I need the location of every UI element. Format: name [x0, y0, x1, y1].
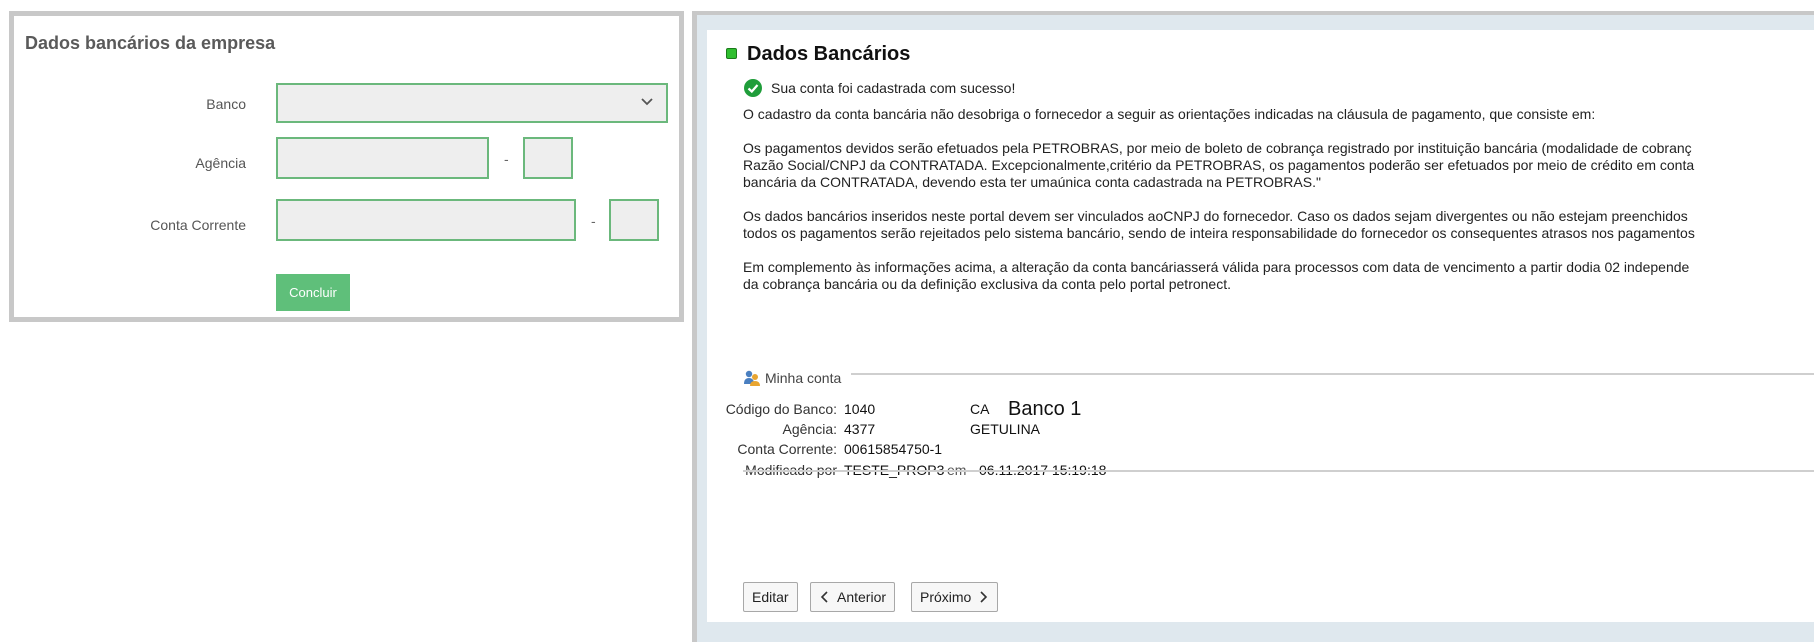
bank-details-panel: Dados Bancários Sua conta foi cadastrada… [707, 30, 1814, 622]
users-icon [744, 370, 760, 386]
bank-code-label: Código do Banco: [725, 401, 837, 417]
current-account-label: Conta Corrente: [737, 441, 837, 457]
agency-label: Agência [195, 155, 246, 171]
agency-field[interactable] [276, 137, 489, 179]
my-account-legend: Minha conta [743, 369, 852, 387]
chevron-right-icon [980, 591, 988, 603]
chevron-down-icon [641, 98, 653, 106]
previous-button[interactable]: Anterior [810, 582, 896, 612]
current-account-value: 00615854750-1 [844, 441, 943, 457]
next-button[interactable]: Próximo [911, 582, 999, 612]
check-circle-icon [744, 79, 762, 97]
previous-button-label: Anterior [837, 589, 887, 605]
submit-button[interactable]: Concluir [276, 274, 350, 311]
my-account-title: Minha conta [765, 370, 842, 386]
status-square-icon [726, 48, 737, 59]
page-title: Dados Bancários [747, 43, 911, 65]
edit-button[interactable]: Editar [743, 582, 798, 612]
account-dash: - [591, 213, 596, 229]
agency-digit-field[interactable] [523, 137, 573, 179]
bank-name-value: CA [970, 401, 990, 417]
account-label: Conta Corrente [150, 217, 246, 233]
info-line-5: Os dados bancários inseridos neste porta… [743, 208, 1688, 224]
success-text: Sua conta foi cadastrada com sucesso! [771, 80, 1016, 96]
fieldset-bottom-border [743, 470, 1814, 472]
info-line-3: Razão Social/CNPJ da CONTRATADA. Excepci… [743, 157, 1695, 173]
agency-dash: - [504, 151, 509, 167]
edit-button-label: Editar [752, 589, 789, 605]
next-button-label: Próximo [920, 589, 972, 605]
info-line-7: Em complemento às informações acima, a a… [743, 259, 1690, 275]
info-line-2: Os pagamentos devidos serão efetuados pe… [743, 140, 1692, 156]
bank-label: Banco [206, 96, 246, 112]
agency-name-value: GETULINA [970, 421, 1041, 437]
company-bank-form-panel: Dados bancários da empresa Banco Agência… [9, 11, 684, 322]
chevron-left-icon [820, 591, 828, 603]
overlay-bank-label: Banco 1 [1006, 398, 1084, 421]
agency-info-value: 4377 [844, 421, 876, 437]
info-line-6: todos os pagamentos serão rejeitados pel… [743, 225, 1695, 241]
bank-select[interactable] [276, 83, 668, 123]
info-line-8: da cobrança bancária ou da definição exc… [743, 276, 1231, 292]
info-line-4: bancária da CONTRATADA, devendo esta ter… [743, 174, 1321, 190]
fieldset-top-border [743, 373, 1814, 375]
bank-code-value: 1040 [844, 401, 876, 417]
info-line-1: O cadastro da conta bancária não desobri… [743, 106, 1596, 122]
account-digit-field[interactable] [609, 199, 659, 241]
agency-info-label: Agência: [782, 421, 837, 437]
account-field[interactable] [276, 199, 576, 241]
form-title: Dados bancários da empresa [25, 33, 276, 53]
